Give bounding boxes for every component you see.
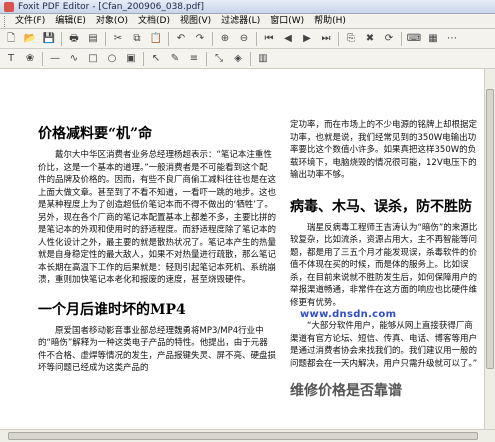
last-page-icon[interactable]: ⏭ xyxy=(318,31,334,47)
transform-icon[interactable]: ⤡ xyxy=(211,51,227,67)
color-text-icon[interactable]: ❀ xyxy=(22,51,38,67)
insert-page-icon[interactable]: ⎘ xyxy=(343,31,359,47)
menu-object[interactable]: 对象(O) xyxy=(91,14,133,29)
toolbar-separator xyxy=(338,31,339,46)
right-column: 定功率，而在市场上的不少电源的铭牌上却根据定功率，也就是说，我们经常见到的350… xyxy=(290,119,480,406)
article-heading-4: 维修价格是否靠谱 xyxy=(290,383,402,399)
menu-edit[interactable]: 编辑(E) xyxy=(50,14,91,29)
menu-view[interactable]: 视图(V) xyxy=(175,14,216,29)
article-heading-1: 价格减料要“机”命 xyxy=(38,126,153,142)
next-page-icon[interactable]: ▶ xyxy=(299,31,315,47)
toolbar-separator xyxy=(143,51,144,66)
article-paragraph-1: 戴尔大中华区消费者业务总经理杨超表示：“笔记本注重性价比，这是一个基本的道理。”… xyxy=(38,150,277,285)
open-icon[interactable]: 📂 xyxy=(22,31,38,47)
vertical-scroll-thumb[interactable] xyxy=(486,89,494,369)
app-logo-icon xyxy=(4,1,14,12)
new-icon[interactable]: 🗋 xyxy=(3,31,19,47)
rect-tool-icon[interactable]: □ xyxy=(85,51,101,67)
print-icon[interactable]: 🖶 xyxy=(66,31,82,47)
prev-page-icon[interactable]: ◀ xyxy=(280,31,296,47)
ellipse-tool-icon[interactable]: ○ xyxy=(104,51,120,67)
layer-icon[interactable]: ▥ xyxy=(255,51,271,67)
menu-bar: 文件(F) 编辑(E) 对象(O) 文档(D) 视图(V) 过滤器(L) 窗口(… xyxy=(0,14,495,29)
article-paragraph-4: “大部分软件用户，能够从网上直接获得厂商渠道有官方论坛、短信、传真、电话、博客等… xyxy=(290,321,478,369)
toolbar-separator xyxy=(105,31,106,46)
toolbar-separator xyxy=(61,31,62,46)
window-title: Foxit PDF Editor - [Cfan_200906_038.pdf] xyxy=(18,1,204,12)
menu-document[interactable]: 文档(D) xyxy=(133,14,175,29)
article-heading-2: 一个月后谁时坏的MP4 xyxy=(38,301,186,318)
first-page-icon[interactable]: ⏮ xyxy=(261,31,277,47)
rotate-icon[interactable]: ⟳ xyxy=(381,31,397,47)
article-paragraph-2: 原爱国者移动影音事业部总经理魏勇将MP3/MP4行业中的“暗伤”解释为一种这类电… xyxy=(38,325,277,374)
grid-icon[interactable]: ▦ xyxy=(425,31,441,47)
menu-file[interactable]: 文件(F) xyxy=(10,14,50,29)
toolbar-separator xyxy=(168,31,169,46)
article-heading-3: 病毒、木马、误杀，防不胜防 xyxy=(290,198,472,215)
left-column: 价格减料要“机”命 戴尔大中华区消费者业务总经理杨超表示：“笔记本注重性价比，这… xyxy=(38,119,276,375)
toolbar-separator xyxy=(256,31,257,46)
delete-page-icon[interactable]: ✖ xyxy=(362,31,378,47)
select-tool-icon[interactable]: ↖ xyxy=(148,51,164,67)
toolbar-separator xyxy=(206,51,207,66)
curve-tool-icon[interactable]: ∿ xyxy=(66,51,82,67)
zoom-out-icon[interactable]: ⊖ xyxy=(236,31,252,47)
object-toolbar: T ❀ — ∿ □ ○ ▣ ↖ ✎ ≡ ⤡ ◈ ▥ xyxy=(0,49,495,69)
menu-grip-icon xyxy=(4,15,7,27)
toolbar-separator xyxy=(212,31,213,46)
copy-icon[interactable]: ⧉ xyxy=(129,31,145,47)
redo-icon[interactable]: ↷ xyxy=(192,31,208,47)
zoom-in-icon[interactable]: ⊕ xyxy=(217,31,233,47)
site-watermark: www.dnsdn.com xyxy=(300,309,397,320)
toolbar-separator xyxy=(401,31,402,46)
horizontal-scrollbar[interactable] xyxy=(0,429,495,442)
horizontal-scroll-thumb[interactable] xyxy=(8,432,478,440)
article-paragraph-0: 定功率，而在市场上的不少电源的铭牌上却根据定功率，也就是说，我们经常见到的350… xyxy=(290,120,478,180)
fill-color-icon[interactable]: ◈ xyxy=(230,51,246,67)
image-tool-icon[interactable]: ▣ xyxy=(123,51,139,67)
menu-help[interactable]: 帮助(H) xyxy=(309,14,351,29)
article-paragraph-3: 瑞星反病毒工程师王吉涛认为“暗伤”的来源比较复杂，比如流杀，资源占用大，主不再智… xyxy=(290,222,478,308)
text-tool-icon[interactable]: T xyxy=(3,51,19,67)
toolbar-separator xyxy=(250,51,251,66)
vertical-scrollbar[interactable] xyxy=(484,69,495,429)
edit-object-icon[interactable]: ✎ xyxy=(167,51,183,67)
cut-icon[interactable]: ✂ xyxy=(110,31,126,47)
menu-window[interactable]: 窗口(W) xyxy=(265,14,309,29)
paste-icon[interactable]: 📋 xyxy=(148,31,164,47)
toolbar-separator xyxy=(42,51,43,66)
dots-icon[interactable]: ⋯ xyxy=(444,31,460,47)
main-toolbar: 🗋 📂 💾 🖶 ▤ ✂ ⧉ 📋 ↶ ↷ ⊕ ⊖ ⏮ ◀ ▶ ⏭ ⎘ ✖ ⟳ ⌨ ▦ ⋯ xyxy=(0,29,495,49)
keyboard-icon[interactable]: ⌨ xyxy=(406,31,422,47)
line-tool-icon[interactable]: — xyxy=(47,51,63,67)
properties-icon[interactable]: ▤ xyxy=(85,31,101,47)
pdf-page-view[interactable]: 价格减料要“机”命 戴尔大中华区消费者业务总经理杨超表示：“笔记本注重性价比，这… xyxy=(0,69,484,429)
save-icon[interactable]: 💾 xyxy=(41,31,57,47)
title-bar: Foxit PDF Editor - [Cfan_200906_038.pdf] xyxy=(0,0,495,14)
menu-filter[interactable]: 过滤器(L) xyxy=(216,14,265,29)
align-icon[interactable]: ≡ xyxy=(186,51,202,67)
undo-icon[interactable]: ↶ xyxy=(173,31,189,47)
